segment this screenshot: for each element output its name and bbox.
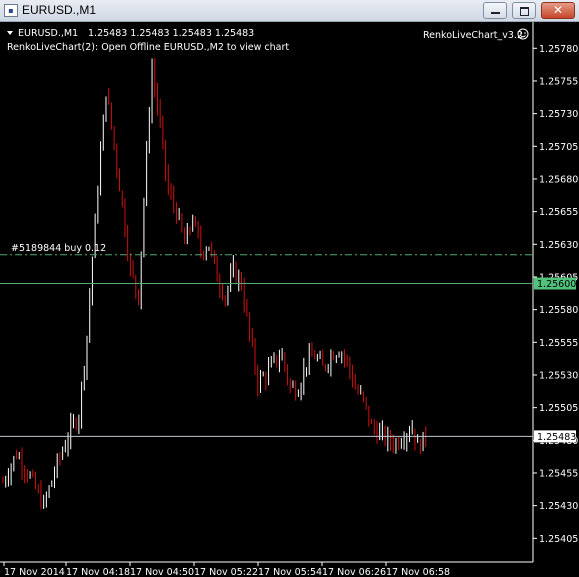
- price-tick-label: 1.25705: [539, 142, 578, 153]
- price-tick-label: 1.25555: [539, 338, 578, 349]
- window-title: EURUSD.,M1: [22, 3, 97, 17]
- svg-text:1.25600: 1.25600: [537, 279, 576, 290]
- time-tick-label: 17 Nov 2014: [4, 567, 65, 577]
- time-tick-label: 17 Nov 04:50: [130, 567, 194, 577]
- price-tick-label: 1.25630: [539, 240, 578, 251]
- maximize-button[interactable]: [512, 2, 536, 19]
- price-tick-label: 1.25730: [539, 109, 578, 120]
- chart-background: [0, 22, 579, 577]
- order-label: #5189844 buy 0.12: [11, 243, 106, 254]
- price-tick-label: 1.25655: [539, 207, 578, 218]
- window-titlebar[interactable]: ▪ EURUSD.,M1 ✕: [0, 0, 579, 22]
- price-tick-label: 1.25680: [539, 174, 578, 185]
- indicator-message: RenkoLiveChart(2): Open Offline EURUSD.,…: [7, 42, 289, 53]
- chart-window-icon: ▪: [4, 4, 18, 17]
- order-price-tag: 1.25600: [534, 277, 576, 290]
- time-tick-label: 17 Nov 04:18: [66, 567, 130, 577]
- price-tick-label: 1.25505: [539, 403, 578, 414]
- price-tick-label: 1.25530: [539, 370, 578, 381]
- time-tick-label: 17 Nov 05:54: [258, 567, 322, 577]
- price-tick-label: 1.25580: [539, 305, 578, 316]
- time-tick-label: 17 Nov 06:58: [386, 567, 450, 577]
- price-chart[interactable]: EURUSD.,M1 1.25483 1.25483 1.25483 1.254…: [0, 22, 579, 577]
- expert-advisor-name: RenkoLiveChart_v3.2: [423, 30, 523, 41]
- price-tick-label: 1.25780: [539, 44, 578, 55]
- chart-header-ohlc: 1.25483 1.25483 1.25483 1.25483: [88, 28, 254, 39]
- bid-price-tag: 1.25483: [534, 430, 576, 443]
- chart-header-symbol: EURUSD.,M1: [18, 28, 78, 39]
- close-icon: ✕: [552, 3, 564, 17]
- close-button[interactable]: ✕: [541, 2, 575, 19]
- svg-text:1.25483: 1.25483: [537, 432, 576, 443]
- time-tick-label: 17 Nov 05:22: [194, 567, 258, 577]
- price-tick-label: 1.25430: [539, 501, 578, 512]
- time-tick-label: 17 Nov 06:26: [322, 567, 386, 577]
- price-tick-label: 1.25405: [539, 534, 578, 545]
- price-tick-label: 1.25455: [539, 468, 578, 479]
- price-tick-label: 1.25755: [539, 76, 578, 87]
- minimize-button[interactable]: [483, 2, 507, 19]
